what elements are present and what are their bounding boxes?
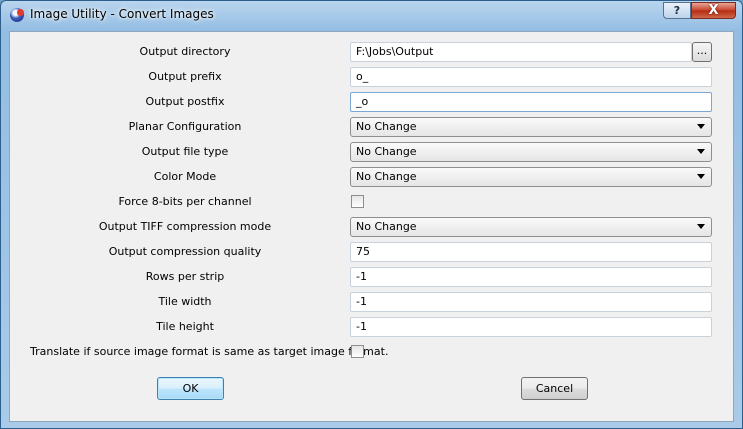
- translate-same-format-label: Translate if source image format is same…: [30, 345, 389, 358]
- tiff-compression-select[interactable]: No Change: [350, 217, 712, 237]
- planar-configuration-label: Planar Configuration: [128, 120, 242, 133]
- rows-per-strip-input[interactable]: -1: [350, 267, 712, 287]
- output-postfix-input[interactable]: _o: [350, 92, 712, 112]
- tile-height-label: Tile height: [156, 320, 214, 333]
- output-postfix-label: Output postfix: [145, 95, 225, 108]
- compression-quality-label: Output compression quality: [108, 245, 262, 258]
- tile-width-label: Tile width: [158, 295, 212, 308]
- output-directory-label: Output directory: [139, 45, 231, 58]
- output-prefix-input[interactable]: o_: [350, 67, 712, 87]
- cancel-button[interactable]: Cancel: [521, 377, 588, 400]
- tile-width-input[interactable]: -1: [350, 292, 712, 312]
- tiff-compression-value: No Change: [356, 220, 417, 233]
- output-file-type-value: No Change: [356, 145, 417, 158]
- dialog-body: Output directory F:\Jobs\Output ... Outp…: [9, 31, 734, 422]
- force-8bits-label: Force 8-bits per channel: [118, 195, 252, 208]
- rows-per-strip-label: Rows per strip: [145, 270, 225, 283]
- output-file-type-label: Output file type: [141, 145, 229, 158]
- output-directory-input[interactable]: F:\Jobs\Output: [350, 42, 692, 62]
- dropdown-arrow-icon: [697, 174, 705, 179]
- color-mode-value: No Change: [356, 170, 417, 183]
- window-title: Image Utility - Convert Images: [30, 7, 214, 21]
- output-file-type-select[interactable]: No Change: [350, 142, 712, 162]
- tiff-compression-label: Output TIFF compression mode: [98, 220, 272, 233]
- color-mode-select[interactable]: No Change: [350, 167, 712, 187]
- planar-configuration-value: No Change: [356, 120, 417, 133]
- title-bar[interactable]: Image Utility - Convert Images ? X: [1, 1, 742, 31]
- tile-height-input[interactable]: -1: [350, 317, 712, 337]
- translate-same-format-checkbox[interactable]: [351, 345, 364, 358]
- ok-button[interactable]: OK: [157, 377, 224, 400]
- color-mode-label: Color Mode: [153, 170, 217, 183]
- close-button[interactable]: X: [691, 2, 736, 19]
- planar-configuration-select[interactable]: No Change: [350, 117, 712, 137]
- browse-button[interactable]: ...: [692, 42, 712, 62]
- dialog-window: Image Utility - Convert Images ? X Outpu…: [0, 0, 743, 429]
- compression-quality-input[interactable]: 75: [350, 242, 712, 262]
- help-button[interactable]: ?: [663, 2, 691, 19]
- force-8bits-checkbox[interactable]: [351, 195, 364, 208]
- dropdown-arrow-icon: [697, 224, 705, 229]
- output-prefix-label: Output prefix: [148, 70, 222, 83]
- dropdown-arrow-icon: [697, 149, 705, 154]
- app-icon: [10, 8, 24, 22]
- dropdown-arrow-icon: [697, 124, 705, 129]
